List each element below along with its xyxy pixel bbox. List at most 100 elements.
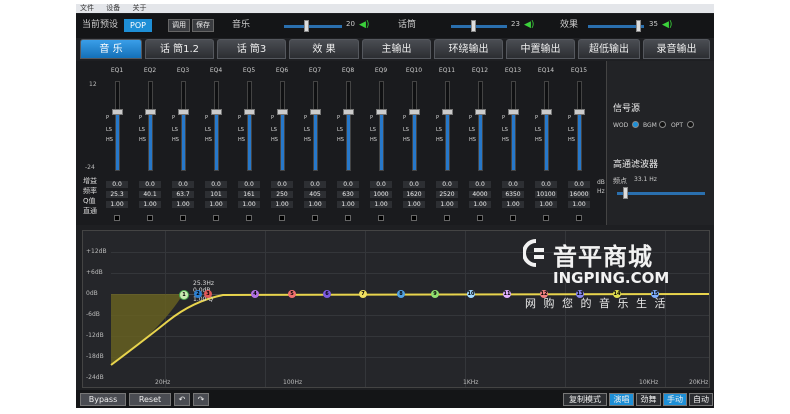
music-slider[interactable] [284, 25, 342, 28]
eq-q-value[interactable]: 1.00 [271, 201, 293, 208]
hpf-slider-knob[interactable] [623, 187, 628, 199]
bypass-button[interactable]: Bypass [80, 393, 126, 406]
eq-node-2[interactable]: 2 [194, 290, 202, 298]
eq-gain-knob[interactable] [244, 109, 255, 115]
eq-gain-value[interactable]: 0.0 [238, 181, 260, 188]
eq-q-value[interactable]: 1.00 [238, 201, 260, 208]
hpf-slider[interactable] [617, 192, 705, 195]
tab-record-out[interactable]: 录音输出 [643, 39, 710, 59]
eq-q-value[interactable]: 1.00 [568, 201, 590, 208]
mode-manual-button[interactable]: 手动 [663, 393, 687, 406]
eq-q-value[interactable]: 1.00 [535, 201, 557, 208]
eq-gain-knob[interactable] [277, 109, 288, 115]
eq-node-11[interactable]: 11 [503, 290, 511, 298]
speaker-icon[interactable]: ◀) [359, 20, 369, 30]
source-opt-radio[interactable] [687, 121, 694, 128]
eq-gain-knob[interactable] [112, 109, 123, 115]
preset-value[interactable]: POP [124, 19, 152, 32]
eq-bypass-checkbox[interactable] [312, 215, 318, 221]
eq-gain-knob[interactable] [376, 109, 387, 115]
eq-bypass-checkbox[interactable] [378, 215, 384, 221]
eq-curve-graph[interactable]: +12dB +6dB 0dB -6dB -12dB -18dB -24dB 20… [82, 230, 710, 388]
eq-gain-value[interactable]: 0.0 [436, 181, 458, 188]
eq-bypass-checkbox[interactable] [510, 215, 516, 221]
eq-gain-value[interactable]: 0.0 [469, 181, 491, 188]
mode-dance-button[interactable]: 劲舞 [636, 393, 661, 406]
eq-bypass-checkbox[interactable] [180, 215, 186, 221]
speaker-icon[interactable]: ◀) [524, 20, 534, 30]
eq-freq-value[interactable]: 63.7 [172, 191, 194, 198]
eq-gain-value[interactable]: 0.0 [568, 181, 590, 188]
eq-freq-value[interactable]: 101 [205, 191, 227, 198]
eq-gain-knob[interactable] [475, 109, 486, 115]
effect-slider-knob[interactable] [636, 20, 641, 32]
tab-sub-out[interactable]: 超低输出 [578, 39, 640, 59]
eq-q-value[interactable]: 1.00 [304, 201, 326, 208]
eq-bypass-checkbox[interactable] [345, 215, 351, 221]
eq-node-10[interactable]: 10 [467, 290, 475, 298]
eq-gain-value[interactable]: 0.0 [205, 181, 227, 188]
eq-node-5[interactable]: 5 [288, 290, 296, 298]
eq-q-value[interactable]: 1.00 [337, 201, 359, 208]
eq-gain-value[interactable]: 0.0 [106, 181, 128, 188]
mic-slider-knob[interactable] [471, 20, 476, 32]
eq-freq-value[interactable]: 250 [271, 191, 293, 198]
eq-freq-value[interactable]: 2520 [436, 191, 458, 198]
eq-bypass-checkbox[interactable] [279, 215, 285, 221]
eq-q-value[interactable]: 1.00 [403, 201, 425, 208]
eq-gain-value[interactable]: 0.0 [535, 181, 557, 188]
speaker-icon[interactable]: ◀) [662, 20, 672, 30]
eq-q-value[interactable]: 1.00 [502, 201, 524, 208]
menu-device[interactable]: 设备 [106, 4, 120, 12]
eq-gain-knob[interactable] [343, 109, 354, 115]
eq-q-value[interactable]: 1.00 [370, 201, 392, 208]
mic-slider[interactable] [451, 25, 507, 28]
eq-freq-value[interactable]: 16000 [568, 191, 590, 198]
eq-q-value[interactable]: 1.00 [172, 201, 194, 208]
eq-gain-knob[interactable] [178, 109, 189, 115]
eq-bypass-checkbox[interactable] [444, 215, 450, 221]
eq-bypass-checkbox[interactable] [543, 215, 549, 221]
recall-button[interactable]: 调用 [168, 19, 190, 32]
eq-gain-knob[interactable] [508, 109, 519, 115]
eq-gain-knob[interactable] [442, 109, 453, 115]
eq-bypass-checkbox[interactable] [411, 215, 417, 221]
eq-gain-value[interactable]: 0.0 [403, 181, 425, 188]
source-wod-radio[interactable] [632, 121, 639, 128]
eq-freq-value[interactable]: 10100 [535, 191, 557, 198]
eq-gain-knob[interactable] [310, 109, 321, 115]
eq-q-value[interactable]: 1.00 [436, 201, 458, 208]
music-slider-knob[interactable] [304, 20, 309, 32]
eq-gain-value[interactable]: 0.0 [139, 181, 161, 188]
eq-gain-knob[interactable] [541, 109, 552, 115]
eq-gain-value[interactable]: 0.0 [304, 181, 326, 188]
eq-node-7[interactable]: 7 [359, 290, 367, 298]
reset-button[interactable]: Reset [129, 393, 171, 406]
tab-mic3[interactable]: 话 筒3 [217, 39, 286, 59]
eq-bypass-checkbox[interactable] [114, 215, 120, 221]
eq-q-value[interactable]: 1.00 [106, 201, 128, 208]
eq-freq-value[interactable]: 25.3 [106, 191, 128, 198]
copy-mode-button[interactable]: 复制模式 [563, 393, 607, 406]
mode-sing-button[interactable]: 演唱 [609, 393, 634, 406]
eq-node-9[interactable]: 9 [431, 290, 439, 298]
eq-freq-value[interactable]: 40.1 [139, 191, 161, 198]
eq-bypass-checkbox[interactable] [213, 215, 219, 221]
redo-icon[interactable]: ↷ [193, 393, 209, 406]
tab-mic12[interactable]: 话 筒1.2 [145, 39, 214, 59]
eq-node-3[interactable]: 3 [204, 290, 212, 298]
eq-freq-value[interactable]: 161 [238, 191, 260, 198]
eq-freq-value[interactable]: 405 [304, 191, 326, 198]
eq-freq-value[interactable]: 1620 [403, 191, 425, 198]
eq-gain-value[interactable]: 0.0 [271, 181, 293, 188]
source-bgm-radio[interactable] [659, 121, 666, 128]
eq-freq-value[interactable]: 1000 [370, 191, 392, 198]
eq-gain-value[interactable]: 0.0 [502, 181, 524, 188]
eq-freq-value[interactable]: 6350 [502, 191, 524, 198]
eq-node-8[interactable]: 8 [397, 290, 405, 298]
save-button[interactable]: 保存 [192, 19, 214, 32]
eq-gain-knob[interactable] [409, 109, 420, 115]
eq-gain-value[interactable]: 0.0 [370, 181, 392, 188]
menu-file[interactable]: 文件 [80, 4, 94, 12]
eq-freq-value[interactable]: 4000 [469, 191, 491, 198]
